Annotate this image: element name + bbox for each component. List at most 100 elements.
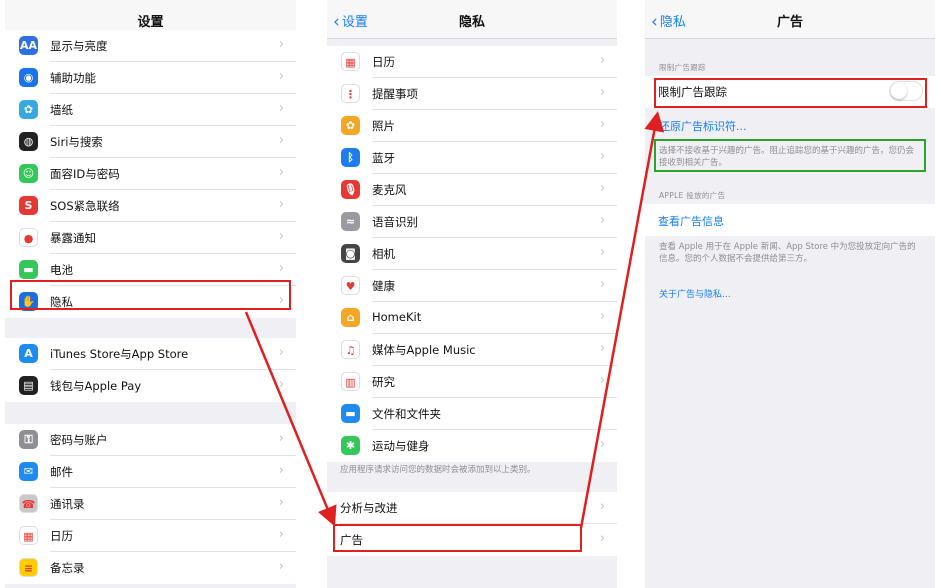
row-label: 邮件 [50, 465, 73, 479]
privacy-row[interactable]: 分析与改进 › [327, 492, 617, 524]
faceid-icon: ☺ [19, 164, 38, 183]
settings-row[interactable]: ✿ 墙纸 › [5, 94, 296, 126]
chevron-right-icon: › [599, 181, 605, 196]
chevron-right-icon: › [599, 341, 605, 356]
fitness-icon: ✱ [341, 436, 360, 455]
accessibility-icon: ◉ [19, 68, 38, 87]
privacy-row[interactable]: ⋮ 提醒事项 › [327, 78, 617, 110]
settings-row[interactable]: ▦ 日历 › [5, 520, 296, 552]
chevron-right-icon: › [599, 149, 605, 164]
settings-row[interactable]: ▤ 钱包与Apple Pay › [5, 370, 296, 402]
chevron-right-icon: › [599, 531, 605, 546]
privacy-row[interactable]: ◙ 相机 › [327, 238, 617, 270]
privacy-row[interactable]: ▥ 研究 › [327, 366, 617, 398]
chevron-right-icon: › [278, 495, 284, 510]
privacy-row[interactable]: ▬ 文件和文件夹 › [327, 398, 617, 430]
privacy-category-list: ▦ 日历 › ⋮ 提醒事项 › ✿ 照片 › ᛒ 蓝牙 › 🎙 麦克风 › ≈ 语音识别 › ◙ 相机 › ♥ 健康 › ⌂ Ho… [327, 46, 617, 462]
settings-row[interactable]: S SOS紧急联络 › [5, 190, 296, 222]
row-label: 分析与改进 [340, 501, 398, 515]
row-label: 媒体与Apple Music [372, 343, 476, 357]
row-label: 日历 [50, 529, 73, 543]
settings-row[interactable]: ≡ 备忘录 › [5, 552, 296, 584]
chevron-right-icon: › [278, 69, 284, 84]
music-icon: ♫ [341, 340, 360, 359]
settings-row[interactable]: AA 显示与亮度 › [5, 30, 296, 62]
settings-row[interactable]: ☺ 面容ID与密码 › [5, 158, 296, 190]
row-label: 文件和文件夹 [372, 407, 441, 421]
row-label: 面容ID与密码 [50, 167, 120, 181]
row-label: 相机 [372, 247, 395, 261]
about-ads-privacy-link[interactable]: 关于广告与隐私... [659, 287, 731, 300]
highlight-limit-ad-tracking [654, 78, 927, 108]
chevron-right-icon: › [278, 133, 284, 148]
settings-group-2: AiTunes Store与App Store › ▤ 钱包与Apple Pay › [5, 338, 296, 402]
contacts-icon: ☎ [19, 494, 38, 513]
row-label: 照片 [372, 119, 395, 133]
settings-row[interactable]: ☎ 通讯录 › [5, 488, 296, 520]
highlight-privacy [10, 280, 291, 310]
chevron-right-icon: › [278, 37, 284, 52]
row-label: 蓝牙 [372, 151, 395, 165]
privacy-row[interactable]: ▦ 日历 › [327, 46, 617, 78]
calendar-icon: ▦ [341, 52, 360, 71]
settings-row[interactable]: AiTunes Store与App Store › [5, 338, 296, 370]
privacy-row[interactable]: ✱ 运动与健身 › [327, 430, 617, 462]
view-ad-info-group: 查看广告信息 [645, 204, 935, 236]
row-label: 通讯录 [50, 497, 85, 511]
privacy-row[interactable]: ᛒ 蓝牙 › [327, 142, 617, 174]
chevron-right-icon: › [599, 277, 605, 292]
privacy-panel: ‹ 设置 隐私 ▦ 日历 › ⋮ 提醒事项 › ✿ 照片 › ᛒ 蓝牙 › 🎙 麦克风 › ≈ 语音识别 › ◙ 相机 ›… [327, 0, 617, 588]
privacy-row[interactable]: ⌂ HomeKit › [327, 302, 617, 334]
page-title: 广告 [776, 15, 803, 30]
section-header-apple-ads: APPLE 投放的广告 [659, 191, 726, 200]
row-label: 语音识别 [372, 215, 418, 229]
siri-icon: ◍ [19, 132, 38, 151]
chevron-right-icon: › [599, 117, 605, 132]
row-label: 电池 [50, 263, 73, 277]
settings-row[interactable]: ⚿ 密码与账户 › [5, 424, 296, 456]
chevron-right-icon: › [599, 499, 605, 514]
wallet-icon: ▤ [19, 376, 38, 395]
privacy-navbar: ‹ 设置 隐私 [327, 0, 617, 39]
row-label: 墙纸 [50, 103, 73, 117]
settings-row[interactable]: ◉ 辅助功能 › [5, 62, 296, 94]
row-label: 健康 [372, 279, 395, 293]
display-icon: AA [19, 36, 38, 55]
row-label: Siri与搜索 [50, 135, 103, 149]
chevron-right-icon: › [599, 85, 605, 100]
row-label: 研究 [372, 375, 395, 389]
chevron-right-icon: › [278, 229, 284, 244]
privacy-row[interactable]: 🎙 麦克风 › [327, 174, 617, 206]
row-label: 密码与账户 [50, 433, 108, 447]
settings-row[interactable]: ◍ Siri与搜索 › [5, 126, 296, 158]
row-label: 运动与健身 [372, 439, 430, 453]
speech-recognition-icon: ≈ [341, 212, 360, 231]
chevron-right-icon: › [278, 197, 284, 212]
row-label: HomeKit [372, 310, 422, 324]
chevron-right-icon: › [278, 559, 284, 574]
chevron-right-icon: › [278, 377, 284, 392]
chevron-right-icon: › [599, 245, 605, 260]
wallpaper-icon: ✿ [19, 100, 38, 119]
row-label: 暴露通知 [50, 231, 96, 245]
chevron-right-icon: › [599, 213, 605, 228]
camera-icon: ◙ [341, 244, 360, 263]
reset-ad-identifier-link[interactable]: 还原广告标识符... [659, 118, 747, 134]
privacy-row[interactable]: ≈ 语音识别 › [327, 206, 617, 238]
privacy-row[interactable]: ✿ 照片 › [327, 110, 617, 142]
chevron-right-icon: › [599, 309, 605, 324]
privacy-row[interactable]: ♫ 媒体与Apple Music › [327, 334, 617, 366]
row-label: iTunes Store与App Store [50, 347, 189, 361]
chevron-right-icon: › [278, 463, 284, 478]
row-label: 显示与亮度 [50, 39, 108, 53]
settings-row[interactable]: ✉ 邮件 › [5, 456, 296, 488]
settings-group-3: ⚿ 密码与账户 › ✉ 邮件 › ☎ 通讯录 › ▦ 日历 › ≡ 备忘录 › [5, 424, 296, 584]
battery-icon: ▬ [19, 260, 38, 279]
chevron-right-icon: › [278, 101, 284, 116]
highlight-ad-note [654, 139, 926, 172]
view-ad-info-link[interactable]: 查看广告信息 [658, 213, 724, 229]
privacy-row[interactable]: ♥ 健康 › [327, 270, 617, 302]
chevron-right-icon: › [278, 165, 284, 180]
highlight-ads [333, 524, 582, 552]
settings-row[interactable]: ● 暴露通知 › [5, 222, 296, 254]
